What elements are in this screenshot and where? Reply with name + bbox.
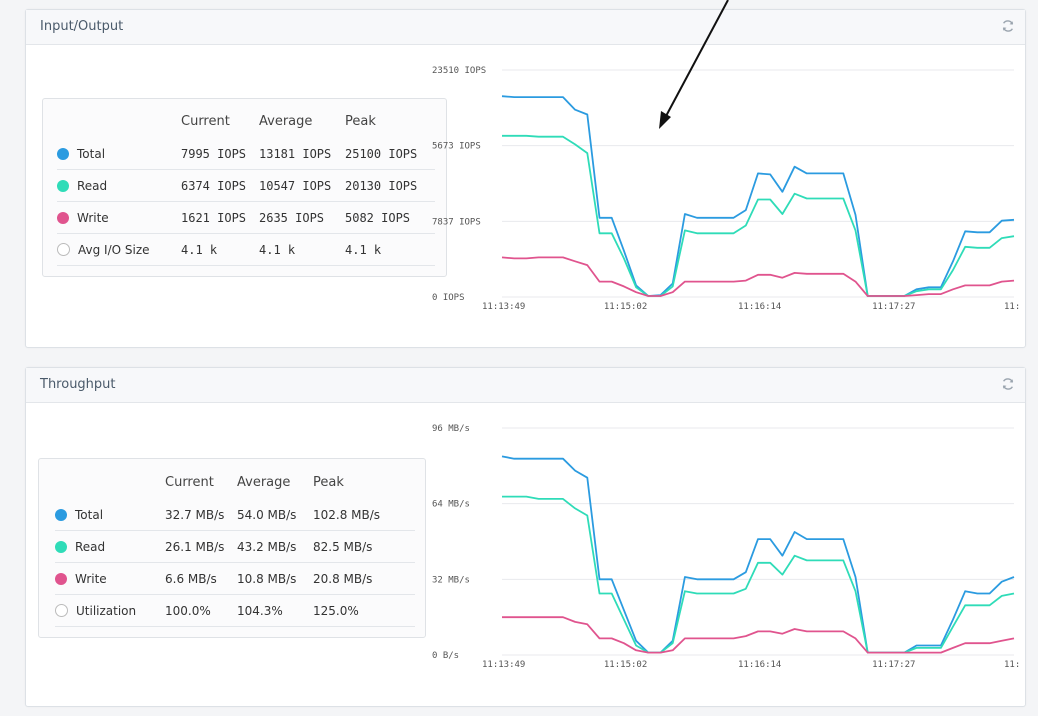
peak-value: 82.5 MB/s [313, 530, 415, 563]
peak-value: 20130 IOPS [345, 169, 435, 202]
table-header-peak: Peak [313, 474, 344, 490]
row-label: Total [75, 507, 104, 522]
io-line-chart: 23510 IOPS 5673 IOPS 7837 IOPS 0 IOPS 11:13:… [432, 66, 1020, 312]
throughput-panel: Throughput Current Average Peak Total 32… [25, 367, 1026, 707]
x-tick-label: 11:17:27 [872, 302, 915, 312]
average-value: 43.2 MB/s [237, 530, 313, 563]
table-header-average: Average [237, 474, 291, 490]
table-row: Write 1621 IOPS 2635 IOPS 5082 IOPS [57, 201, 435, 234]
current-value: 4.1 k [181, 233, 259, 266]
read-series-line [502, 495, 1015, 654]
total-dot-icon [55, 508, 67, 521]
average-value: 4.1 k [259, 233, 345, 266]
y-tick-label: 64 MB/s [432, 500, 470, 510]
peak-value: 4.1 k [345, 233, 435, 266]
x-tick-label: 11:13:49 [482, 302, 525, 312]
table-row: Read 6374 IOPS 10547 IOPS 20130 IOPS [57, 169, 435, 202]
table-row: Avg I/O Size 4.1 k 4.1 k 4.1 k [57, 233, 435, 266]
y-tick-label: 5673 IOPS [432, 142, 481, 152]
io-panel-title: Input/Output [40, 19, 124, 34]
read-dot-icon [57, 179, 69, 192]
y-tick-label: 96 MB/s [432, 424, 470, 434]
read-dot-icon [55, 540, 67, 553]
io-stats-box: Current Average Peak Total 7995 IOPS 131… [42, 98, 447, 277]
refresh-icon[interactable] [1001, 377, 1015, 391]
x-tick-label: 11:16:14 [738, 302, 781, 312]
io-stats-table: Current Average Peak Total 7995 IOPS 131… [57, 112, 435, 266]
empty-circle-icon [57, 242, 70, 256]
x-tick-label: 11:18 [1004, 302, 1020, 312]
peak-value: 25100 IOPS [345, 138, 435, 170]
x-tick-label: 11:15:02 [604, 660, 647, 670]
y-tick-label: 23510 IOPS [432, 66, 486, 76]
throughput-panel-header: Throughput [26, 368, 1025, 403]
io-panel: Input/Output Current Average Peak Total … [25, 9, 1026, 348]
row-label: Avg I/O Size [78, 242, 150, 257]
read-series-line [502, 134, 1015, 297]
row-label: Write [77, 210, 109, 225]
row-label: Utilization [76, 603, 137, 618]
current-value: 1621 IOPS [181, 201, 259, 234]
row-label: Total [77, 146, 106, 161]
io-panel-header: Input/Output [26, 10, 1025, 45]
table-header-average: Average [259, 113, 313, 129]
current-value: 32.7 MB/s [165, 499, 237, 531]
x-tick-label: 11:16:14 [738, 660, 781, 670]
y-tick-label: 7837 IOPS [432, 217, 481, 227]
write-series-line [501, 256, 1015, 297]
table-header-peak: Peak [345, 113, 376, 129]
peak-value: 5082 IOPS [345, 201, 435, 234]
table-header-current: Current [165, 474, 214, 490]
peak-value: 102.8 MB/s [313, 499, 415, 531]
peak-value: 20.8 MB/s [313, 562, 415, 595]
average-value: 10547 IOPS [259, 169, 345, 202]
row-label: Read [77, 178, 108, 193]
x-tick-label: 11:15:02 [604, 302, 647, 312]
y-tick-label: 0 IOPS [432, 293, 465, 303]
x-tick-label: 11:18 [1004, 660, 1020, 670]
average-value: 2635 IOPS [259, 201, 345, 234]
row-label: Write [75, 571, 107, 586]
current-value: 26.1 MB/s [165, 530, 237, 563]
row-label: Read [75, 539, 106, 554]
table-row: Read 26.1 MB/s 43.2 MB/s 82.5 MB/s [55, 530, 415, 563]
write-dot-icon [57, 211, 69, 224]
y-tick-label: 32 MB/s [432, 575, 470, 585]
empty-circle-icon [55, 603, 68, 617]
peak-value: 125.0% [313, 594, 415, 627]
average-value: 54.0 MB/s [237, 499, 313, 531]
total-series-line [501, 95, 1015, 297]
table-row: Total 32.7 MB/s 54.0 MB/s 102.8 MB/s [55, 499, 415, 531]
table-row: Write 6.6 MB/s 10.8 MB/s 20.8 MB/s [55, 562, 415, 595]
average-value: 13181 IOPS [259, 138, 345, 170]
table-row: Total 7995 IOPS 13181 IOPS 25100 IOPS [57, 138, 435, 170]
total-dot-icon [57, 147, 69, 160]
current-value: 7995 IOPS [181, 138, 259, 170]
throughput-line-chart: 96 MB/s 64 MB/s 32 MB/s 0 B/s 11:13:49 11:15:… [432, 424, 1020, 670]
y-tick-label: 0 B/s [432, 651, 459, 661]
throughput-stats-table: Current Average Peak Total 32.7 MB/s 54.… [55, 473, 415, 627]
write-dot-icon [55, 572, 67, 585]
throughput-stats-box: Current Average Peak Total 32.7 MB/s 54.… [38, 458, 426, 638]
refresh-icon[interactable] [1001, 19, 1015, 33]
current-value: 6374 IOPS [181, 169, 259, 202]
current-value: 100.0% [165, 594, 237, 627]
table-header-blank [55, 473, 165, 499]
x-tick-label: 11:13:49 [482, 660, 525, 670]
table-header-current: Current [181, 113, 230, 129]
current-value: 6.6 MB/s [165, 562, 237, 595]
average-value: 10.8 MB/s [237, 562, 313, 595]
average-value: 104.3% [237, 594, 313, 627]
x-tick-label: 11:17:27 [872, 660, 915, 670]
table-row: Utilization 100.0% 104.3% 125.0% [55, 594, 415, 627]
table-header-blank [57, 112, 181, 138]
throughput-panel-title: Throughput [40, 377, 116, 392]
